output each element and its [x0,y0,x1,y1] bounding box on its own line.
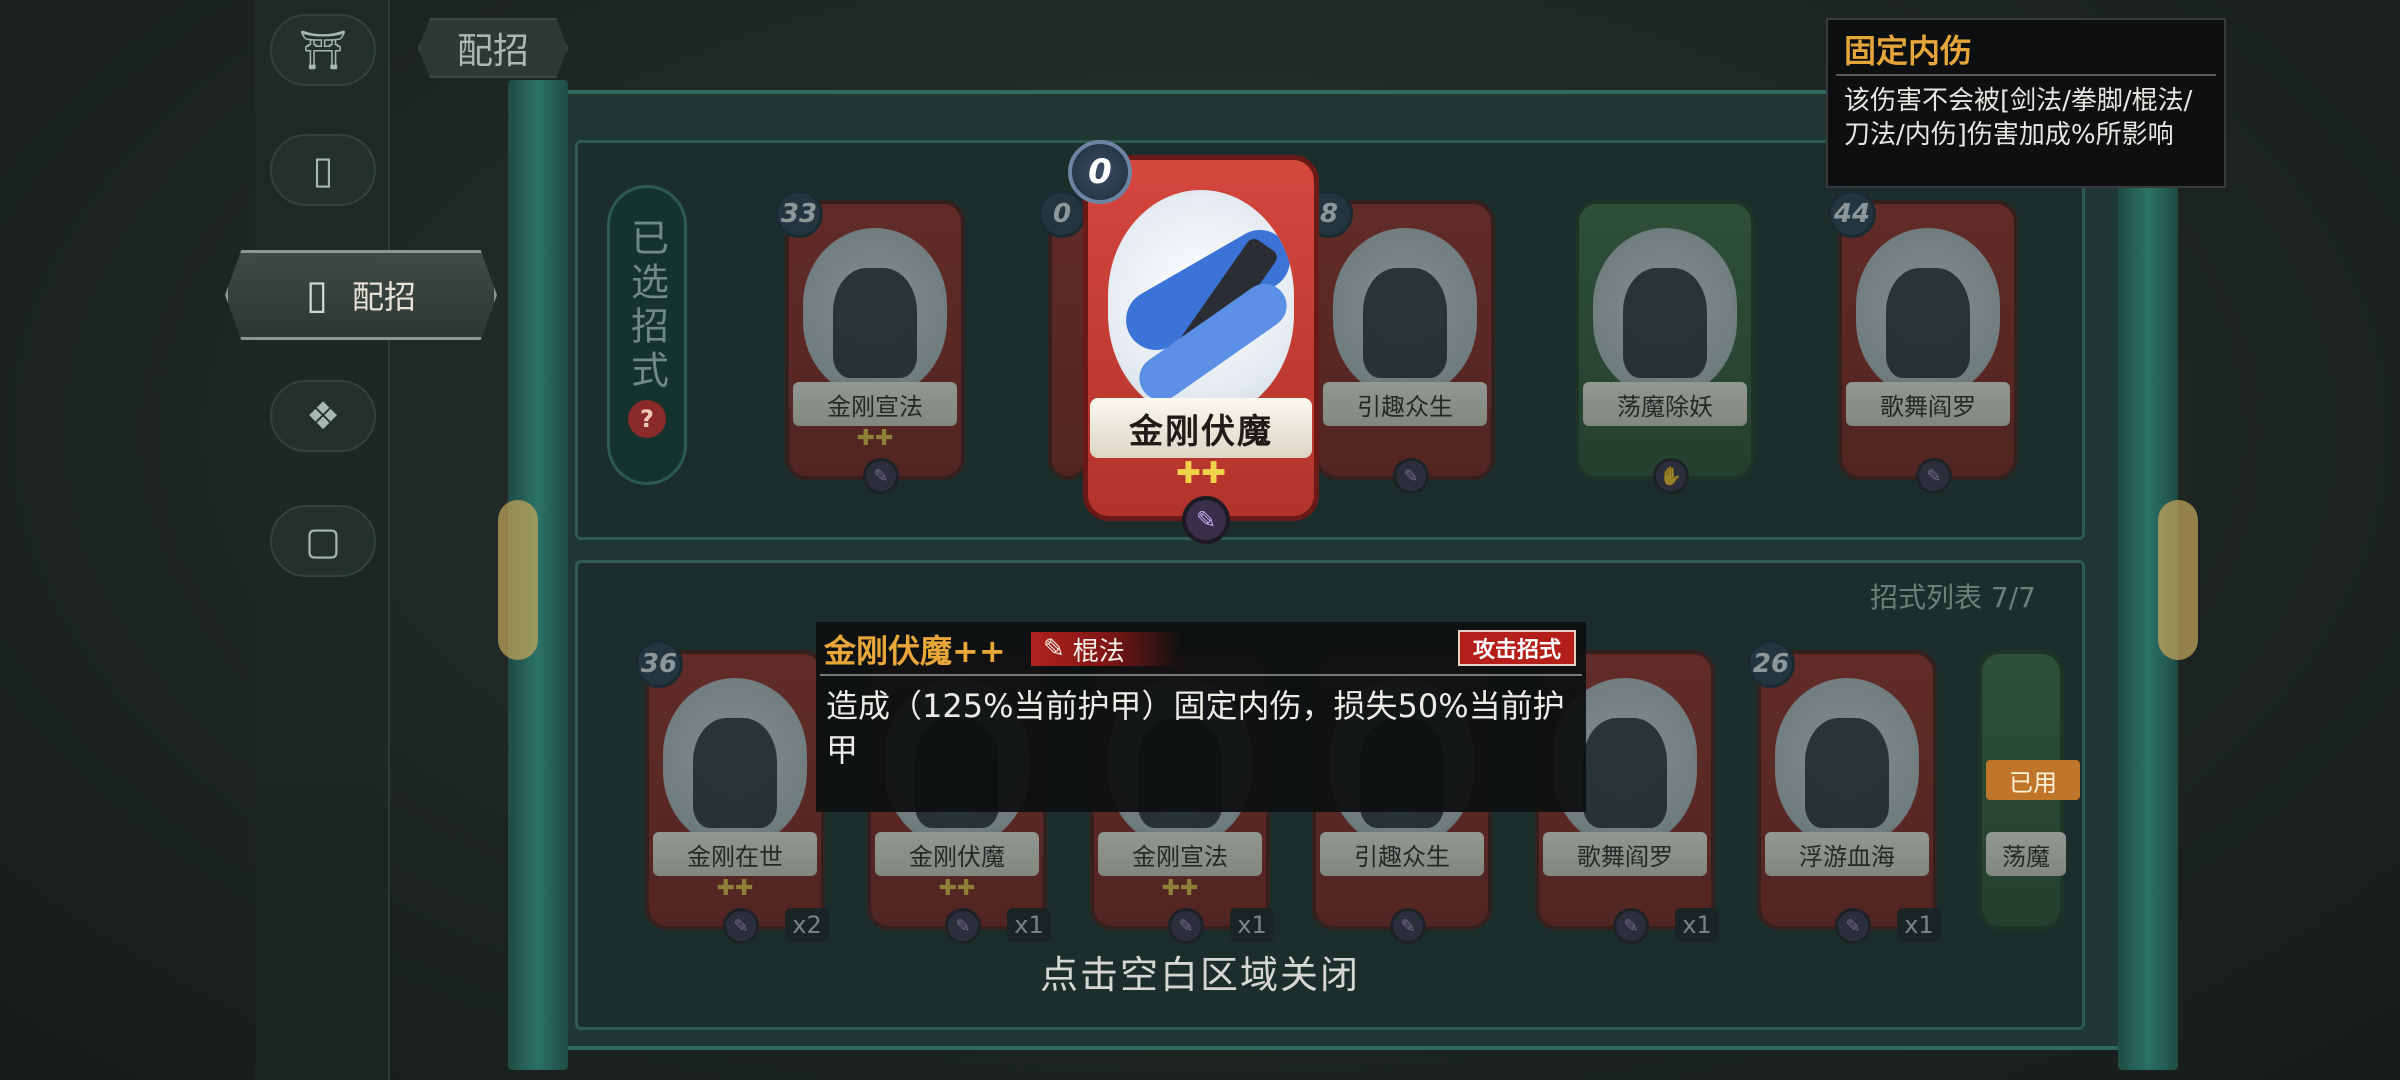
staff-icon: ✎ [1043,634,1065,664]
tooltip-body: 该伤害不会被[剑法/拳脚/棍法/刀法/内伤]伤害加成%所影响 [1844,86,2193,150]
card-name: 引趣众生 [1320,832,1484,876]
staff-type-icon: ✎ [1390,908,1426,944]
selected-skills-label: 已选招式 ? [607,185,687,485]
hand-type-icon: ✋ [1653,458,1689,494]
card-portrait [803,228,947,398]
list-card[interactable]: 金刚在世 ✚✚ ✎ 36 x2 [635,640,829,944]
tooltip-title: 固定内伤 [1844,32,1973,70]
card-upgrade-marks: ✚✚ [856,426,894,451]
staff-type-icon: ✎ [1916,458,1952,494]
skill-effect-text: 造成（125%当前护甲）固定内伤，损失50%当前护甲 [826,687,1565,769]
card-upgrade-marks: ✚✚ [938,876,976,901]
selected-card[interactable]: 荡魔除妖 ✋ [1575,200,1755,494]
staff-type-icon: ✎ [1835,908,1871,944]
card-cost: 44 [1828,190,1876,238]
staff-type-icon: ✎ [723,908,759,944]
card-name: 金刚宣法 [793,382,957,426]
card-name: 金刚在世 [653,832,817,876]
description-divider [820,674,1582,676]
skill-list-count: 招式列表 7/7 [1870,581,2036,614]
selected-card[interactable]: 金刚宣法 ✚✚ ✎ 33 [775,190,965,494]
card-name: 金刚宣法 [1098,832,1262,876]
card-name: 荡魔 [1986,832,2066,876]
card-count: x2 [785,908,829,942]
card-count: x1 [1675,908,1719,942]
card-upgrade-marks: ✚✚ [1175,456,1227,491]
attack-skill-tag: 攻击招式 [1458,630,1576,666]
card-count: x1 [1007,908,1051,942]
selected-card[interactable]: 歌舞阎罗 ✎ 44 [1828,190,2018,494]
card-portrait [1775,678,1919,848]
emblem-icon[interactable]: ❖ [270,380,376,452]
card-cost: 26 [1747,640,1795,688]
card-deck-icon: ▯ [305,272,328,318]
staff-type-icon: ✎ [1182,496,1230,544]
card-upgrade-marks: ✚✚ [1161,876,1199,901]
skill-type-label: 棍法 [1072,636,1125,667]
help-icon[interactable]: ? [628,400,666,438]
card-portrait [1593,228,1737,398]
right-ornament [2158,500,2198,660]
selected-card[interactable]: 0 [1038,190,1088,480]
selected-skills-title: 已选招式 [624,218,669,394]
left-ornament [498,500,538,660]
skill-type-badge: ✎ 棍法 [1031,632,1181,667]
card-name: 歌舞阎罗 [1543,832,1707,876]
card-name: 歌舞阎罗 [1846,382,2010,426]
skill-description-panel: 金刚伏魔++ ✎ 棍法 攻击招式 造成（125%当前护甲）固定内伤，损失50%当… [816,622,1586,812]
pavilion-icon[interactable]: ⛩ [270,14,376,86]
staff-type-icon: ✎ [1168,908,1204,944]
close-hint[interactable]: 点击空白区域关闭 [990,944,1410,999]
card-cost: 36 [635,640,683,688]
selected-card[interactable]: 引趣众生 ✎ 8 [1305,190,1495,494]
cards-icon[interactable]: ▯ [270,134,376,206]
card-portrait [1333,228,1477,398]
card-portrait [663,678,807,848]
card-name: 引趣众生 [1323,382,1487,426]
keyword-tooltip: 固定内伤 该伤害不会被[剑法/拳脚/棍法/刀法/内伤]伤害加成%所影响 [1826,18,2226,188]
sidebar-item-label: 配招 [352,278,417,316]
sidebar-item-deck[interactable]: ▯ 配招 [225,250,497,340]
card-count: x1 [1897,908,1941,942]
card-portrait [1108,190,1294,420]
card-name: 浮游血海 [1765,832,1929,876]
staff-type-icon: ✎ [863,458,899,494]
card-name: 金刚伏魔 [875,832,1039,876]
page-title: 配招 [418,18,568,78]
card-cost: 0 [1068,140,1132,204]
staff-type-icon: ✎ [1613,908,1649,944]
card-count: x1 [1230,908,1274,942]
used-tag: 已用 [1986,760,2080,800]
card-cost: 0 [1038,190,1086,238]
card-upgrade-marks: ✚✚ [716,876,754,901]
card-name: 金刚伏魔 [1090,398,1312,458]
card-back-icon[interactable]: ▢ [270,505,376,577]
card-cost: 33 [775,190,823,238]
focused-skill-card[interactable]: 金刚伏魔 ✚✚ ✎ 0 [1068,140,1319,544]
staff-type-icon: ✎ [1393,458,1429,494]
skill-name: 金刚伏魔++ [824,632,1006,670]
tooltip-divider [1836,74,2216,76]
card-name: 荡魔除妖 [1583,382,1747,426]
staff-type-icon: ✎ [945,908,981,944]
card-portrait [1856,228,2000,398]
list-card[interactable]: 浮游血海 ✎ 26 x1 [1747,640,1941,944]
